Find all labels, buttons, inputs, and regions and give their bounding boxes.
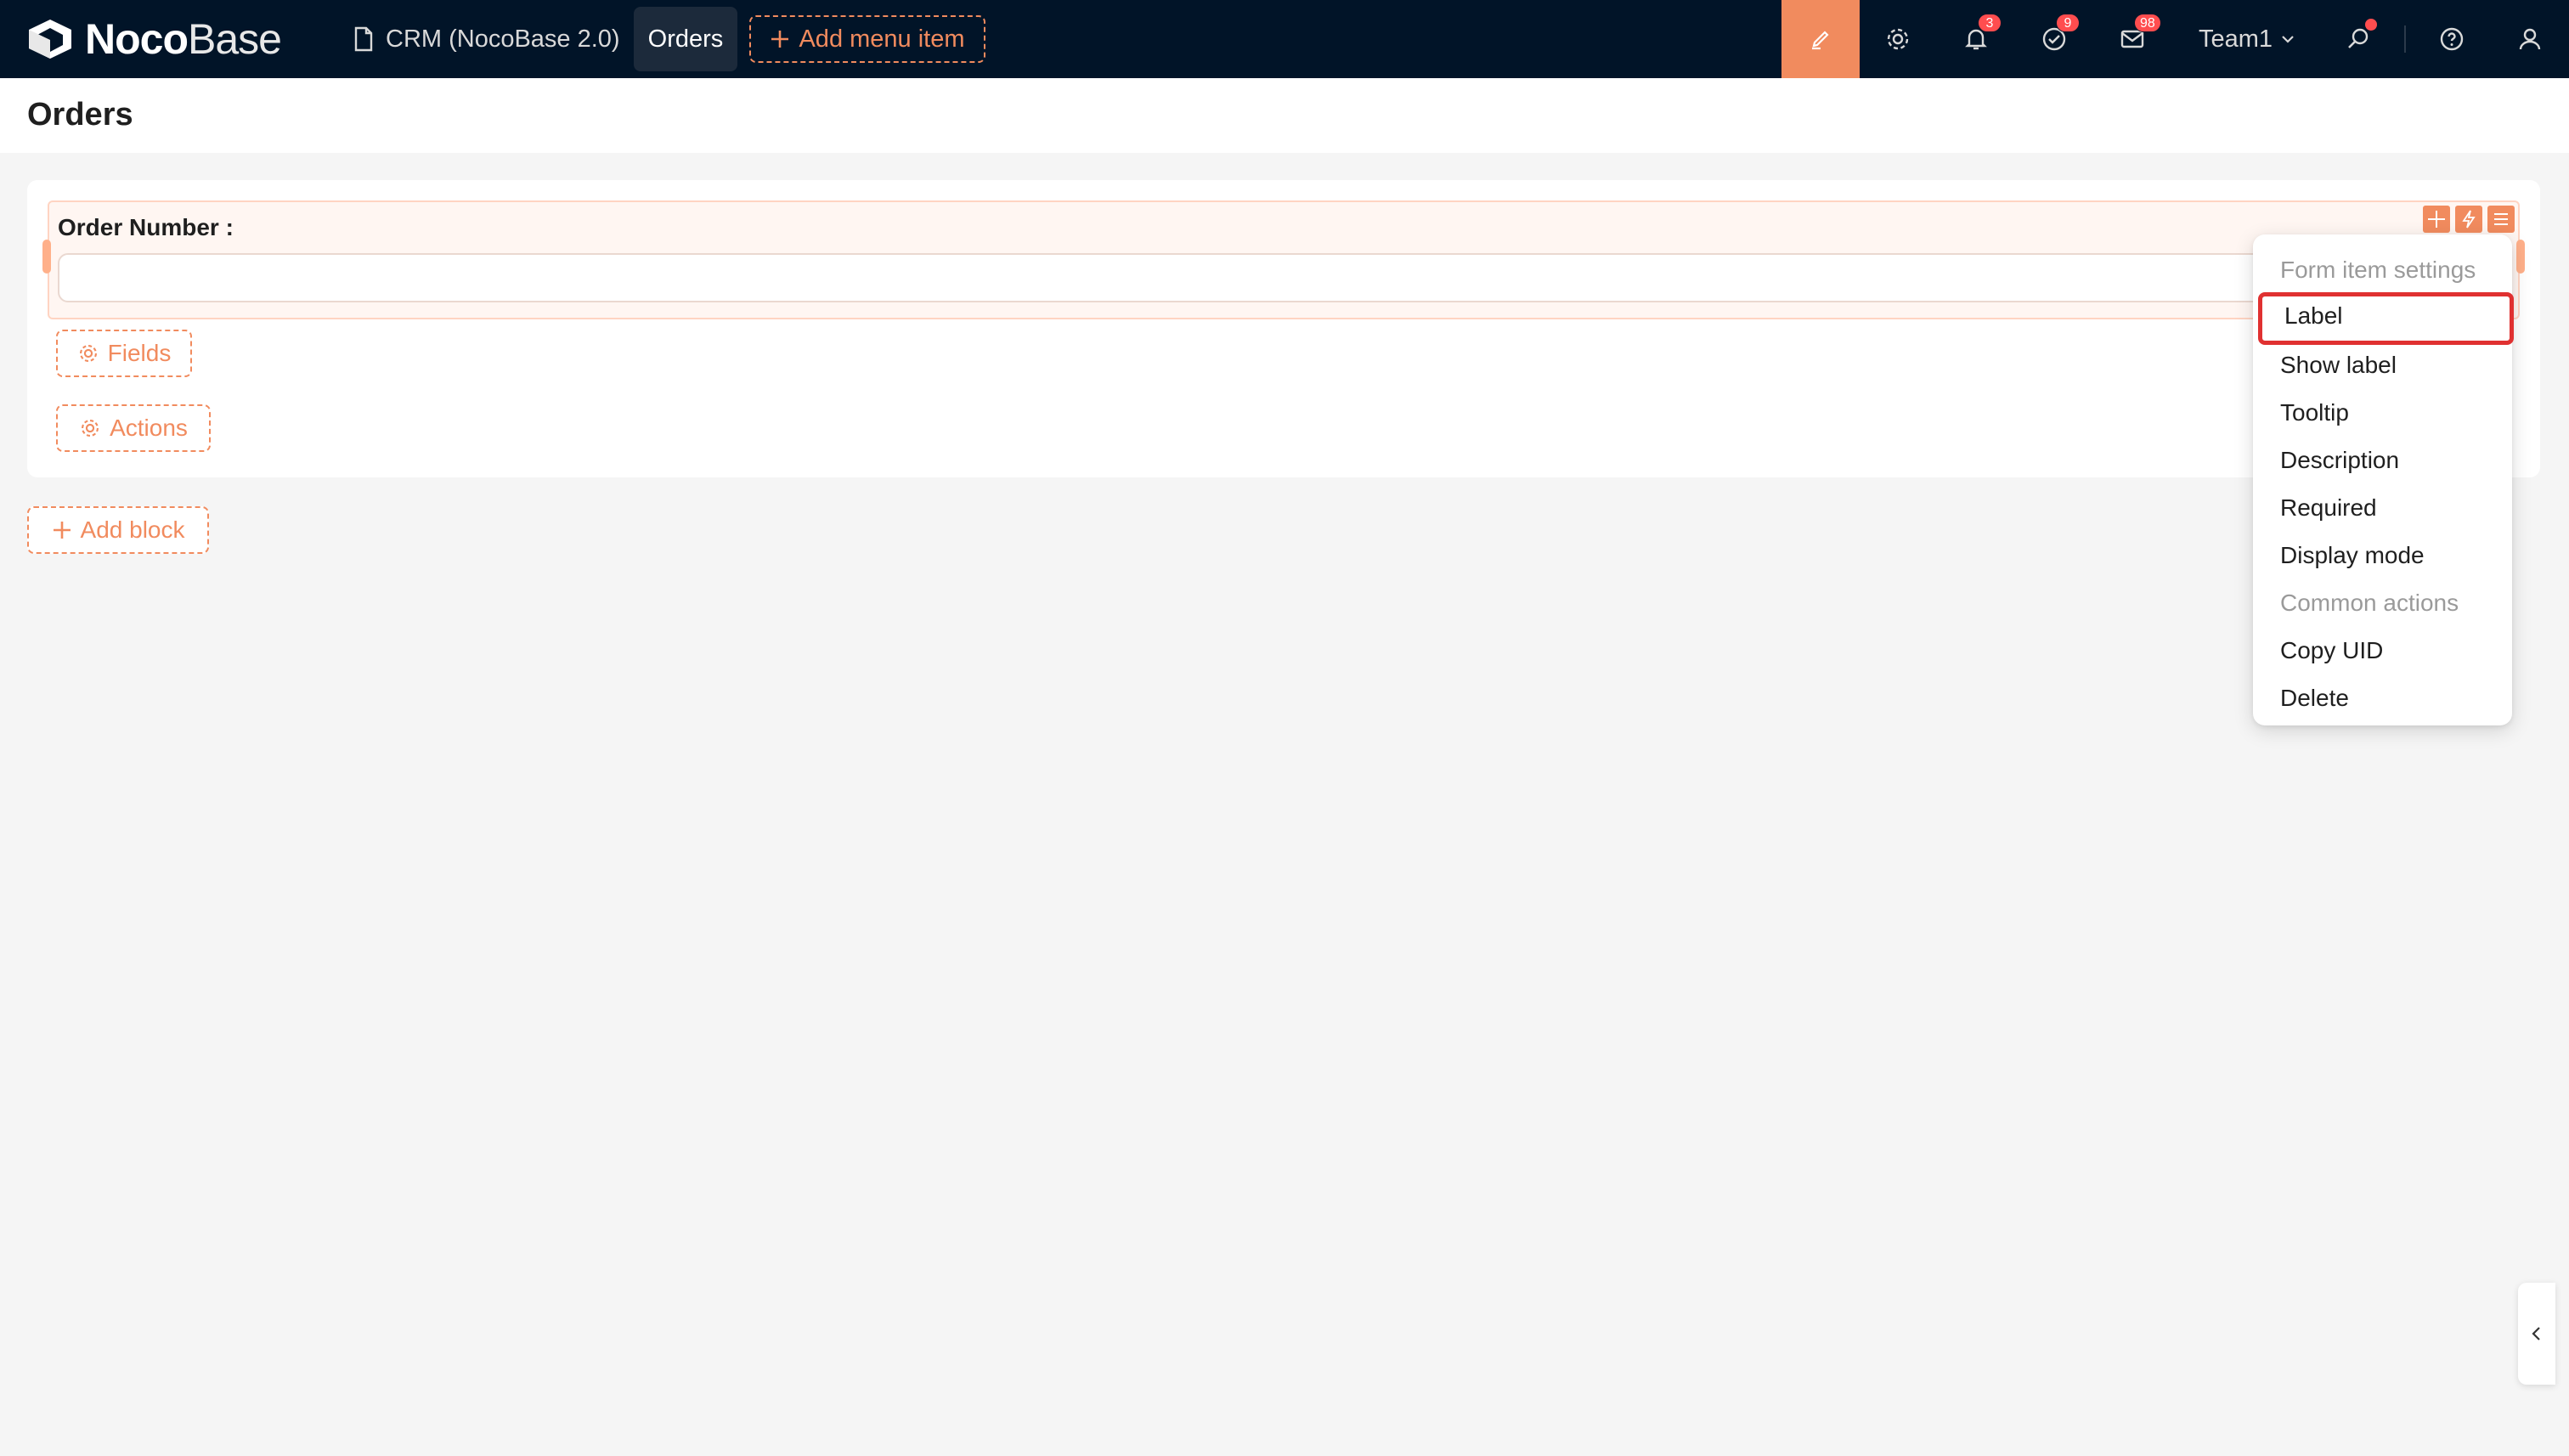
fields-button[interactable]: Fields (56, 330, 192, 377)
messages-badge: 98 (2134, 14, 2161, 32)
linkage-rules-button[interactable] (2455, 206, 2482, 233)
form-item-order-number[interactable]: Order Number : (42, 200, 2525, 319)
gear-icon (79, 345, 97, 362)
nav-item-crm-label: CRM (NocoBase 2.0) (386, 25, 620, 53)
settings-button[interactable] (1877, 19, 1918, 59)
add-block-label: Add block (80, 516, 185, 543)
lightning-icon (2462, 210, 2476, 229)
user-menu-button[interactable] (2510, 19, 2550, 59)
chevron-left-icon (2532, 1327, 2540, 1340)
question-circle-icon (2440, 27, 2464, 51)
menu-item-delete[interactable]: Delete (2253, 674, 2512, 722)
fields-button-label: Fields (107, 340, 172, 366)
menu-item-copy-uid[interactable]: Copy UID (2253, 627, 2512, 674)
nocobase-logo[interactable]: NocoBase (25, 15, 282, 63)
role-switcher[interactable]: Team1 (2199, 19, 2296, 59)
item-settings-menu-button[interactable] (2487, 206, 2515, 233)
actions-button[interactable]: Actions (56, 404, 211, 452)
logo-text: NocoBase (85, 15, 282, 63)
add-menu-item-button[interactable]: Add menu item (749, 15, 985, 63)
messages-button[interactable]: 98 (2112, 14, 2161, 59)
document-icon (354, 26, 373, 52)
form-item-toolbar (2423, 206, 2515, 233)
gear-icon (82, 420, 99, 437)
nav-item-crm[interactable]: CRM (NocoBase 2.0) (340, 7, 634, 71)
top-navigation-bar: NocoBase CRM (NocoBase 2.0) Orders Add m… (0, 0, 2569, 78)
menu-item-required[interactable]: Required (2253, 484, 2512, 532)
form-item-settings-dropdown: Form item settings Label Show label Tool… (2253, 234, 2514, 725)
menu-item-show-label[interactable]: Show label (2253, 341, 2512, 389)
highlighter-icon (1812, 31, 1829, 50)
page-title: Orders (27, 97, 133, 133)
logo-mark-icon (29, 20, 71, 59)
dropdown-group-common-actions: Common actions (2280, 590, 2459, 616)
menu-item-display-mode[interactable]: Display mode (2253, 532, 2512, 579)
form-block: Order Number : Fields Actions (27, 180, 2540, 477)
drag-move-button[interactable] (2423, 206, 2450, 233)
search-status-dot (2365, 19, 2377, 31)
notifications-button[interactable]: 3 (1956, 14, 2002, 59)
right-resize-handle[interactable] (2516, 240, 2525, 274)
add-block-button[interactable]: Add block (27, 506, 209, 554)
chevron-down-icon (2282, 36, 2294, 43)
menu-item-label[interactable]: Label (2258, 292, 2514, 345)
ui-editor-toggle-button[interactable] (1781, 0, 1860, 78)
side-panel-toggle[interactable] (2518, 1283, 2555, 1385)
tasks-badge: 9 (2056, 14, 2080, 32)
search-button[interactable] (2338, 19, 2379, 59)
menu-item-tooltip[interactable]: Tooltip (2253, 389, 2512, 437)
actions-button-label: Actions (110, 415, 188, 441)
plus-icon (771, 31, 789, 48)
menu-icon (2494, 213, 2508, 225)
order-number-label: Order Number : (58, 214, 234, 240)
dropdown-group-form-item-settings: Form item settings (2280, 257, 2476, 283)
left-resize-handle[interactable] (42, 240, 51, 274)
page-header: Orders (0, 78, 2569, 153)
order-number-input[interactable] (58, 253, 2335, 302)
nav-item-orders[interactable]: Orders (634, 7, 737, 71)
tasks-button[interactable]: 9 (2034, 14, 2080, 59)
gear-icon (1887, 28, 1909, 50)
user-icon (2519, 28, 2541, 50)
add-menu-item-label: Add menu item (799, 25, 965, 53)
notifications-badge: 3 (1978, 14, 2002, 32)
move-icon (2428, 211, 2445, 228)
help-button[interactable] (2431, 19, 2472, 59)
role-label: Team1 (2199, 25, 2273, 53)
plus-icon (53, 522, 71, 539)
menu-item-description[interactable]: Description (2253, 437, 2512, 484)
nav-item-orders-label: Orders (647, 25, 724, 53)
toolbar-divider (2404, 25, 2406, 53)
